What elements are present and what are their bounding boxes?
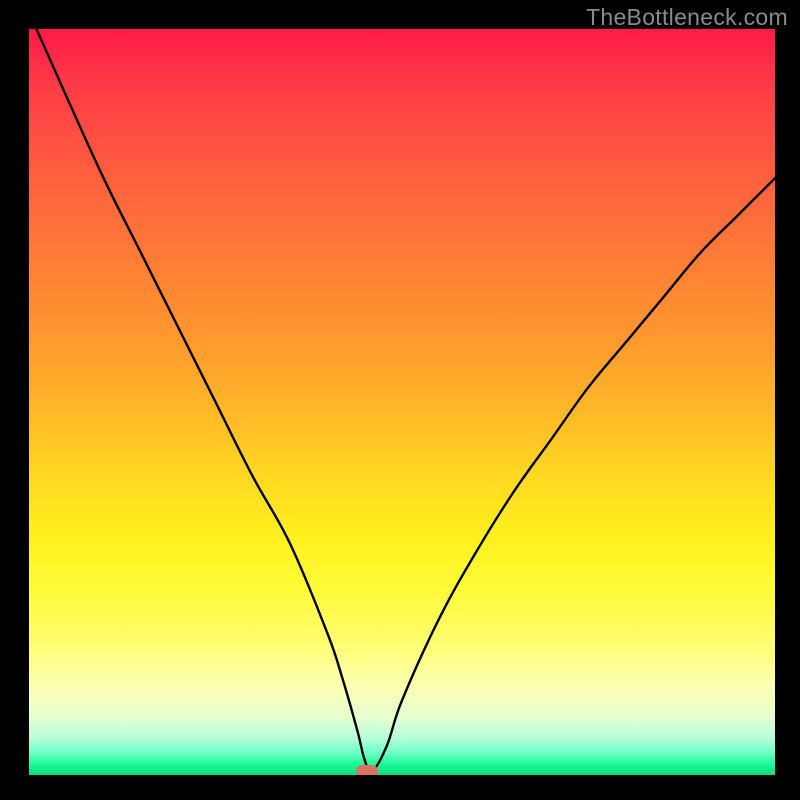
plot-area [29, 29, 775, 775]
curve-svg [29, 29, 775, 775]
watermark-text: TheBottleneck.com [586, 4, 788, 31]
bottleneck-curve [36, 29, 775, 772]
optimum-marker [356, 765, 378, 775]
